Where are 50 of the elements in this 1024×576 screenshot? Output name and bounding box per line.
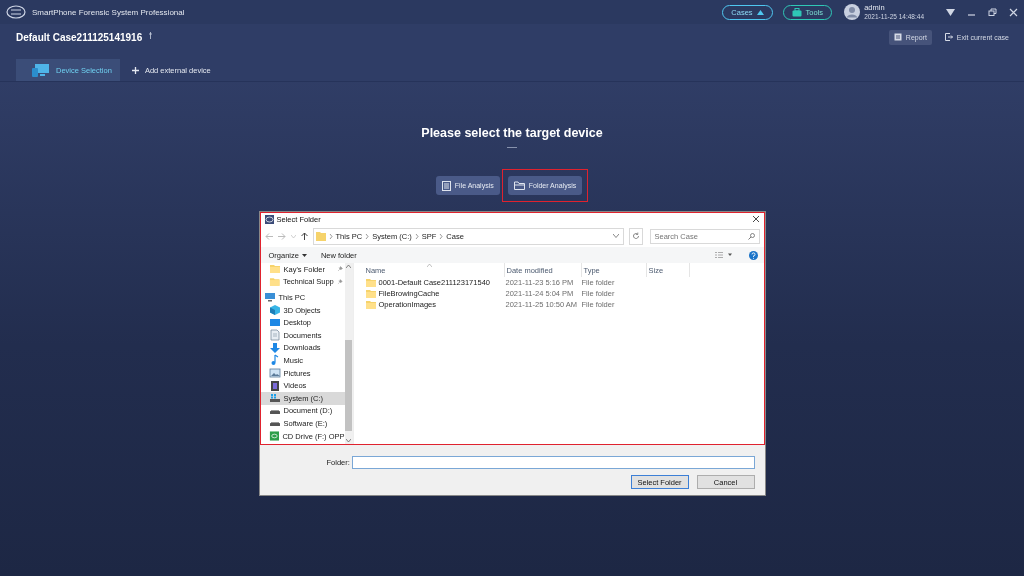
chevron-icon xyxy=(414,233,419,239)
chevron-icon xyxy=(365,233,370,239)
scroll-up-icon xyxy=(346,265,351,268)
folder-outline-icon xyxy=(513,181,525,190)
pin-icon xyxy=(148,31,154,39)
document-icon xyxy=(441,180,451,191)
avatar-icon xyxy=(844,4,861,20)
exit-icon xyxy=(944,33,953,41)
folder-icon xyxy=(268,275,280,288)
film-icon xyxy=(268,379,281,392)
refresh-icon[interactable] xyxy=(628,227,643,245)
folder-icon xyxy=(365,289,376,298)
help-icon[interactable] xyxy=(748,250,758,260)
logo-icon xyxy=(6,5,26,19)
disc-drive-icon xyxy=(268,430,280,442)
sort-caret-icon xyxy=(426,264,432,267)
view-options-icon[interactable] xyxy=(714,252,733,258)
scroll-down-icon xyxy=(346,439,351,442)
folder-field[interactable] xyxy=(351,456,755,469)
desktop-icon xyxy=(268,316,281,329)
caret-icon xyxy=(756,9,764,15)
plus-icon xyxy=(131,66,139,74)
forward-icon[interactable] xyxy=(277,232,286,240)
report-icon xyxy=(893,33,902,41)
picture-icon xyxy=(268,367,281,380)
app-icon xyxy=(264,214,274,224)
window-title: SmartPhone Forensic System Professional xyxy=(32,7,185,17)
back-icon[interactable] xyxy=(264,232,273,240)
search-icon xyxy=(747,232,755,240)
page-heading: Please select the target device xyxy=(421,126,603,140)
briefcase-icon xyxy=(791,7,802,17)
restore-icon[interactable] xyxy=(988,8,997,16)
close-icon[interactable] xyxy=(751,215,760,223)
scrollbar[interactable] xyxy=(344,263,353,444)
computer-icon xyxy=(263,291,276,304)
folder-icon xyxy=(365,278,376,287)
dropdown-icon[interactable] xyxy=(946,8,955,16)
drive-icon xyxy=(268,392,281,405)
case-title: Default Case211125141916 xyxy=(16,31,143,43)
monitor-icon xyxy=(32,63,50,77)
chevron-icon xyxy=(328,233,333,239)
folder-icon xyxy=(315,231,326,241)
down-arrow-icon xyxy=(268,341,281,354)
chevron-icon xyxy=(439,233,444,239)
folder-icon xyxy=(268,263,281,276)
document-icon xyxy=(268,329,281,342)
folder-icon xyxy=(365,300,376,309)
cube-icon xyxy=(268,304,281,317)
caret-icon xyxy=(301,253,307,257)
up-arrow-icon[interactable] xyxy=(300,232,308,240)
